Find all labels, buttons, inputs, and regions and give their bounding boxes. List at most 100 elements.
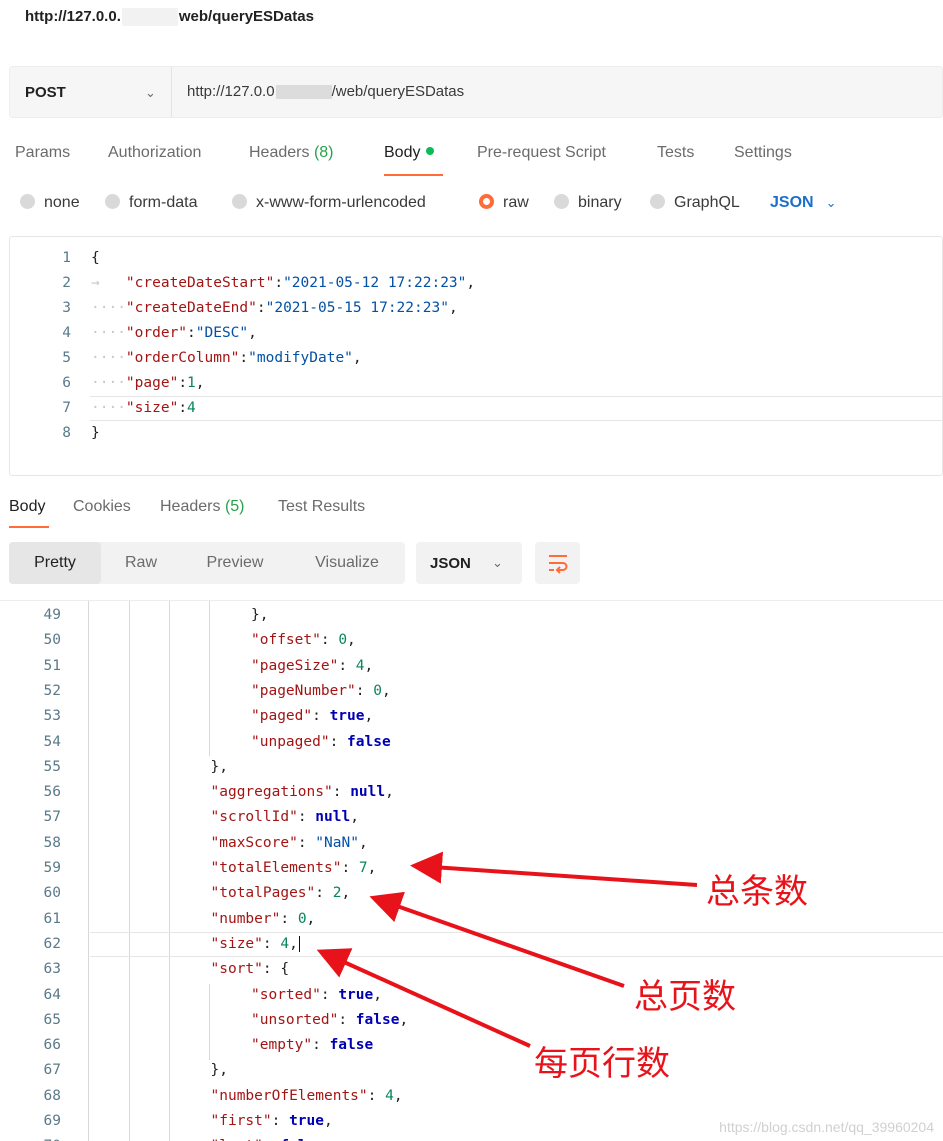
- tab-settings[interactable]: Settings: [734, 144, 792, 162]
- tab-body[interactable]: Body: [384, 144, 435, 162]
- code-token: ,: [195, 375, 205, 391]
- code-token: ,: [367, 860, 377, 876]
- code-line: 4 ····"order":"DESC",: [10, 321, 942, 346]
- tab-tests[interactable]: Tests: [657, 144, 694, 162]
- chevron-down-icon: ⌄: [145, 85, 156, 100]
- code-token: null: [350, 784, 386, 801]
- code-token: ,: [385, 784, 394, 801]
- url-input[interactable]: http://127.0.0/web/queryESDatas: [187, 83, 464, 100]
- line-content: "pageSize": 4,: [251, 654, 373, 679]
- radio-none[interactable]: none: [20, 194, 80, 212]
- code-token: :: [332, 784, 351, 801]
- modified-dot-icon: [426, 147, 435, 155]
- radio-binary[interactable]: binary: [554, 194, 622, 212]
- code-line: 6 ····"page":1,: [10, 371, 942, 396]
- code-token: ,: [381, 682, 391, 699]
- radio-icon: [232, 194, 247, 209]
- tab-test-results[interactable]: Test Results: [278, 498, 365, 516]
- line-number: 63: [43, 961, 61, 978]
- code-token: "sorted": [251, 986, 321, 1003]
- redacted-blur: [275, 85, 332, 100]
- code-token: 0: [373, 682, 382, 699]
- code-token: "totalPages": [210, 885, 316, 902]
- line-number: 6: [62, 375, 71, 391]
- annotation-total-pages: 总页数: [634, 977, 736, 1017]
- code-token: :: [338, 1011, 356, 1028]
- code-token: :: [178, 400, 188, 416]
- code-token: :: [367, 1087, 386, 1104]
- line-number: 58: [43, 834, 61, 851]
- line-content: ····"orderColumn":"modifyDate",: [91, 346, 362, 371]
- tab-authorization[interactable]: Authorization: [108, 144, 201, 162]
- line-number: 1: [62, 250, 71, 266]
- line-content: → "createDateStart":"2021-05-12 17:22:23…: [91, 271, 475, 296]
- code-token: "number": [210, 910, 281, 927]
- code-token: :: [312, 1037, 330, 1054]
- tab-headers-label: Headers: [249, 144, 310, 161]
- code-token: "2021-05-15 17:22:23": [265, 300, 449, 316]
- tab-response-headers[interactable]: Headers (5): [160, 498, 245, 516]
- line-content: "sorted": true,: [251, 983, 382, 1008]
- code-token: :: [320, 986, 339, 1003]
- code-token: :: [297, 834, 316, 851]
- code-token: true: [329, 708, 365, 725]
- code-token: },: [251, 607, 269, 623]
- code-token: "NaN": [315, 834, 359, 851]
- tab-params[interactable]: Params: [15, 144, 70, 162]
- code-token: :: [271, 1113, 290, 1129]
- tab-headers[interactable]: Headers (8): [249, 144, 334, 162]
- radio-icon: [20, 194, 35, 209]
- code-token: ,: [306, 910, 316, 927]
- code-line: 63 "sort": {: [0, 957, 943, 982]
- code-token: "empty": [251, 1037, 313, 1054]
- code-token: ,: [347, 632, 356, 649]
- code-line: 57 "scrollId": null,: [0, 805, 943, 830]
- line-content: "offset": 0,: [251, 628, 356, 653]
- code-token: ····: [91, 375, 126, 391]
- radio-label: GraphQL: [674, 194, 740, 211]
- code-token: →: [91, 275, 126, 291]
- code-token: :: [329, 733, 348, 750]
- code-line: 55},: [0, 755, 943, 780]
- wrap-lines-button[interactable]: [535, 542, 580, 584]
- code-token: "orderColumn": [125, 350, 240, 366]
- line-number: 50: [43, 632, 61, 649]
- body-language-select[interactable]: JSON ⌄: [770, 194, 836, 212]
- line-number: 62: [43, 935, 61, 952]
- tab-pre-request-script[interactable]: Pre-request Script: [477, 144, 606, 162]
- radio-label: raw: [503, 194, 529, 211]
- line-number: 55: [43, 758, 61, 775]
- tab-response-body[interactable]: Body: [9, 498, 45, 516]
- code-token: true: [338, 986, 374, 1003]
- method-select[interactable]: POST ⌄: [10, 67, 172, 117]
- view-raw-button[interactable]: Raw: [101, 542, 181, 584]
- code-token: "offset": [251, 632, 321, 649]
- tab-response-headers-label: Headers: [160, 498, 221, 515]
- line-content: "maxScore": "NaN",: [211, 831, 368, 856]
- radio-x-www-form-urlencoded[interactable]: x-www-form-urlencoded: [232, 194, 426, 212]
- radio-raw[interactable]: raw: [479, 194, 529, 212]
- code-line: 1{: [10, 246, 942, 271]
- wrap-lines-icon: [549, 555, 568, 574]
- code-token: "totalElements": [210, 860, 342, 876]
- code-token: }: [91, 425, 100, 441]
- chevron-down-icon: ⌄: [492, 555, 503, 570]
- radio-graphql[interactable]: GraphQL: [650, 194, 740, 212]
- line-content: "number": 0,: [211, 907, 316, 932]
- line-number: 59: [43, 860, 61, 876]
- code-token: "sort": [210, 961, 263, 978]
- response-format-select[interactable]: JSON ⌄: [416, 542, 522, 584]
- tab-body-label: Body: [384, 144, 421, 161]
- code-token: ,: [393, 1087, 403, 1104]
- code-token: "aggregations": [210, 784, 333, 801]
- radio-form-data[interactable]: form-data: [105, 194, 197, 212]
- tab-response-headers-count: (5): [224, 498, 245, 515]
- request-body-editor[interactable]: 1{2 → "createDateStart":"2021-05-12 17:22…: [9, 236, 943, 476]
- code-token: :: [239, 350, 249, 366]
- view-preview-button[interactable]: Preview: [181, 542, 289, 584]
- code-token: false: [355, 1011, 400, 1028]
- code-token: ,: [352, 350, 362, 366]
- tab-cookies[interactable]: Cookies: [73, 498, 131, 516]
- view-pretty-button[interactable]: Pretty: [9, 542, 101, 584]
- view-visualize-button[interactable]: Visualize: [289, 542, 405, 584]
